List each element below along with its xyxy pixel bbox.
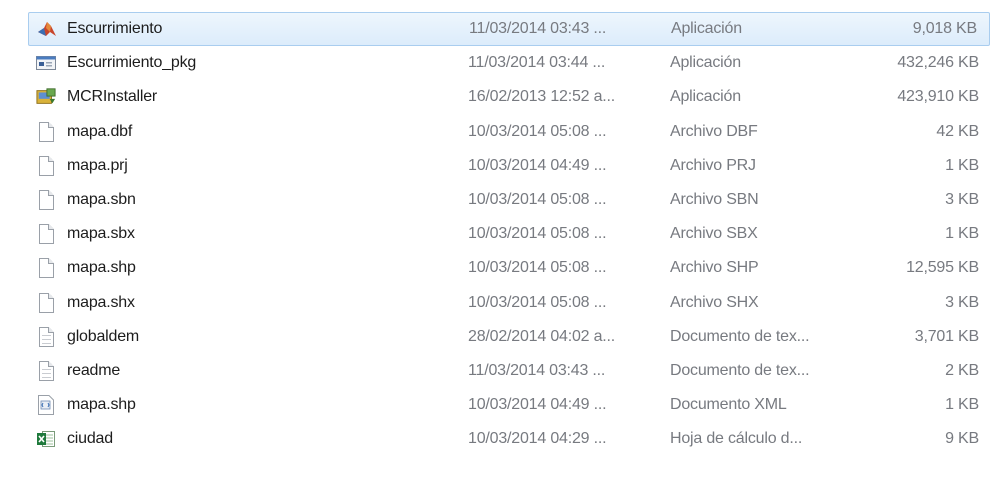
file-date: 10/03/2014 05:08 ...: [468, 259, 607, 277]
blank-file-icon: [36, 189, 56, 211]
file-date: 10/03/2014 04:29 ...: [468, 430, 607, 448]
file-type: Documento de tex...: [670, 327, 810, 345]
file-name: globaldem: [67, 327, 140, 345]
file-name: ciudad: [67, 430, 113, 448]
xml-document-icon: [36, 394, 56, 416]
file-row[interactable]: readme 11/03/2014 03:43 ... Documento de…: [0, 354, 1005, 388]
blank-file-icon: [36, 121, 56, 143]
file-name: MCRInstaller: [67, 88, 158, 106]
file-row[interactable]: MCRInstaller 16/02/2013 12:52 a... Aplic…: [0, 80, 1005, 114]
file-name: mapa.shp: [67, 259, 136, 277]
file-row[interactable]: Escurrimiento 11/03/2014 03:43 ... Aplic…: [28, 12, 990, 47]
file-row[interactable]: mapa.dbf 10/03/2014 05:08 ... Archivo DB…: [0, 115, 1005, 149]
file-date: 10/03/2014 05:08 ...: [468, 293, 607, 311]
file-type: Archivo SHX: [670, 293, 759, 311]
file-type: Archivo SBX: [670, 225, 758, 243]
file-name: mapa.shp: [67, 396, 136, 414]
blank-file-icon: [36, 155, 56, 177]
file-list: Escurrimiento 11/03/2014 03:43 ... Aplic…: [0, 12, 1005, 456]
matlab-app-icon: [37, 18, 57, 40]
file-row[interactable]: mapa.shp 10/03/2014 04:49 ... Documento …: [0, 388, 1005, 422]
installer-icon: [36, 86, 56, 108]
file-type: Hoja de cálculo d...: [670, 430, 803, 448]
file-row[interactable]: mapa.prj 10/03/2014 04:49 ... Archivo PR…: [0, 149, 1005, 183]
file-date: 10/03/2014 05:08 ...: [468, 191, 607, 209]
file-name: mapa.dbf: [67, 122, 133, 140]
file-size: 9,018 KB: [912, 20, 977, 38]
file-size: 432,246 KB: [897, 54, 979, 72]
blank-file-icon: [36, 223, 56, 245]
file-size: 42 KB: [936, 122, 979, 140]
file-name: mapa.shx: [67, 293, 135, 311]
file-row[interactable]: mapa.sbn 10/03/2014 05:08 ... Archivo SB…: [0, 183, 1005, 217]
file-size: 3,701 KB: [914, 327, 979, 345]
file-type: Aplicación: [670, 54, 741, 72]
file-size: 423,910 KB: [897, 88, 979, 106]
file-size: 1 KB: [945, 225, 979, 243]
file-type: Archivo SBN: [670, 191, 759, 209]
file-name: mapa.sbn: [67, 191, 136, 209]
file-row[interactable]: mapa.shx 10/03/2014 05:08 ... Archivo SH…: [0, 286, 1005, 320]
file-size: 12,595 KB: [906, 259, 979, 277]
file-size: 3 KB: [945, 293, 979, 311]
file-date: 10/03/2014 05:08 ...: [468, 225, 607, 243]
file-date: 10/03/2014 05:08 ...: [468, 122, 607, 140]
text-document-icon: [36, 326, 56, 348]
file-size: 1 KB: [945, 156, 979, 174]
file-name: Escurrimiento: [67, 20, 163, 38]
file-name: readme: [67, 361, 121, 379]
package-app-icon: [36, 52, 56, 74]
file-date: 11/03/2014 03:43 ...: [469, 20, 607, 38]
blank-file-icon: [36, 292, 56, 314]
file-type: Aplicación: [671, 20, 742, 38]
file-name: mapa.sbx: [67, 225, 135, 243]
text-document-icon: [36, 360, 56, 382]
file-type: Archivo PRJ: [670, 156, 756, 174]
file-date: 10/03/2014 04:49 ...: [468, 156, 607, 174]
file-type: Archivo SHP: [670, 259, 759, 277]
file-name: Escurrimiento_pkg: [67, 54, 197, 72]
file-date: 11/03/2014 03:44 ...: [468, 54, 606, 72]
file-row[interactable]: Escurrimiento_pkg 11/03/2014 03:44 ... A…: [0, 46, 1005, 80]
file-row[interactable]: mapa.sbx 10/03/2014 05:08 ... Archivo SB…: [0, 217, 1005, 251]
file-date: 28/02/2014 04:02 a...: [468, 327, 616, 345]
file-size: 9 KB: [945, 430, 979, 448]
file-date: 16/02/2013 12:52 a...: [468, 88, 616, 106]
file-row[interactable]: mapa.shp 10/03/2014 05:08 ... Archivo SH…: [0, 251, 1005, 285]
file-type: Aplicación: [670, 88, 741, 106]
excel-spreadsheet-icon: [36, 428, 56, 450]
file-size: 3 KB: [945, 191, 979, 209]
file-size: 2 KB: [945, 361, 979, 379]
file-type: Documento XML: [670, 396, 787, 414]
file-date: 11/03/2014 03:43 ...: [468, 361, 606, 379]
blank-file-icon: [36, 257, 56, 279]
file-date: 10/03/2014 04:49 ...: [468, 396, 607, 414]
file-name: mapa.prj: [67, 156, 128, 174]
file-row[interactable]: globaldem 28/02/2014 04:02 a... Document…: [0, 320, 1005, 354]
file-size: 1 KB: [945, 396, 979, 414]
file-type: Archivo DBF: [670, 122, 758, 140]
file-type: Documento de tex...: [670, 361, 810, 379]
file-row[interactable]: ciudad 10/03/2014 04:29 ... Hoja de cálc…: [0, 422, 1005, 456]
